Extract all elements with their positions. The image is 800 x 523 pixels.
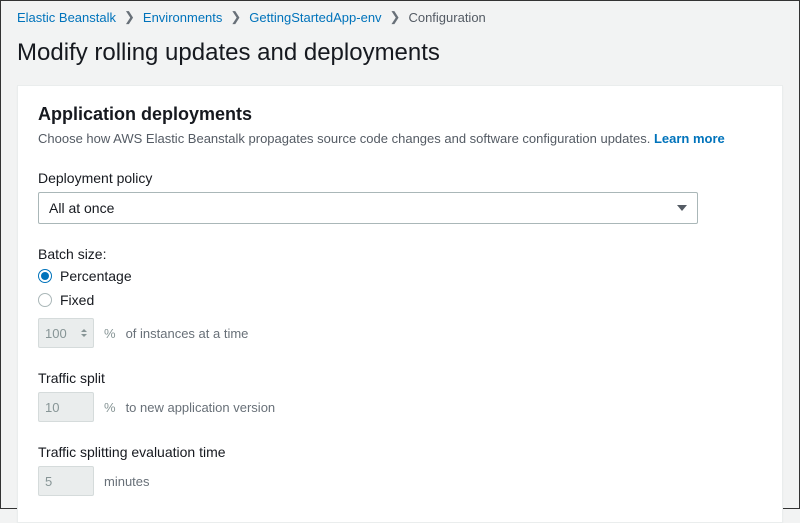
batch-size-field: Batch size: Percentage Fixed 100 % of in… [38, 246, 762, 348]
chevron-down-icon [677, 205, 687, 211]
chevron-right-icon: ❯ [390, 9, 401, 25]
application-deployments-panel: Application deployments Choose how AWS E… [17, 85, 783, 523]
batch-size-fixed-radio[interactable]: Fixed [38, 292, 762, 308]
section-description: Choose how AWS Elastic Beanstalk propaga… [38, 131, 762, 146]
traffic-split-input[interactable]: 10 [38, 392, 94, 422]
section-description-text: Choose how AWS Elastic Beanstalk propaga… [38, 131, 650, 146]
batch-size-fixed-label: Fixed [60, 292, 94, 308]
deployment-policy-label: Deployment policy [38, 170, 762, 186]
radio-icon [38, 269, 52, 283]
breadcrumb-environment-name[interactable]: GettingStartedApp-env [249, 10, 381, 25]
traffic-split-value: 10 [45, 400, 59, 415]
traffic-split-unit: % [104, 400, 116, 415]
breadcrumb-environments[interactable]: Environments [143, 10, 222, 25]
batch-size-input[interactable]: 100 [38, 318, 94, 348]
traffic-eval-hint: minutes [104, 474, 150, 489]
chevron-right-icon: ❯ [124, 9, 135, 25]
traffic-split-field: Traffic split 10 % to new application ve… [38, 370, 762, 422]
traffic-eval-label: Traffic splitting evaluation time [38, 444, 762, 460]
traffic-eval-field: Traffic splitting evaluation time 5 minu… [38, 444, 762, 496]
batch-size-percentage-radio[interactable]: Percentage [38, 268, 762, 284]
page-title: Modify rolling updates and deployments [1, 33, 799, 85]
deployment-policy-field: Deployment policy All at once [38, 170, 762, 224]
batch-size-unit: % [104, 326, 116, 341]
radio-icon [38, 293, 52, 307]
traffic-split-label: Traffic split [38, 370, 762, 386]
traffic-eval-input[interactable]: 5 [38, 466, 94, 496]
breadcrumb: Elastic Beanstalk ❯ Environments ❯ Getti… [1, 1, 799, 33]
batch-size-label: Batch size: [38, 246, 762, 262]
chevron-right-icon: ❯ [230, 9, 241, 25]
traffic-split-hint: to new application version [126, 400, 276, 415]
batch-size-value: 100 [45, 326, 67, 341]
deployment-policy-value: All at once [49, 200, 114, 216]
section-title: Application deployments [38, 104, 762, 125]
batch-size-percentage-label: Percentage [60, 268, 132, 284]
stepper-icon [81, 329, 87, 337]
breadcrumb-elastic-beanstalk[interactable]: Elastic Beanstalk [17, 10, 116, 25]
deployment-policy-select[interactable]: All at once [38, 192, 698, 224]
traffic-eval-value: 5 [45, 474, 52, 489]
batch-size-hint: of instances at a time [126, 326, 249, 341]
learn-more-link[interactable]: Learn more [654, 131, 725, 146]
breadcrumb-current: Configuration [408, 10, 485, 25]
